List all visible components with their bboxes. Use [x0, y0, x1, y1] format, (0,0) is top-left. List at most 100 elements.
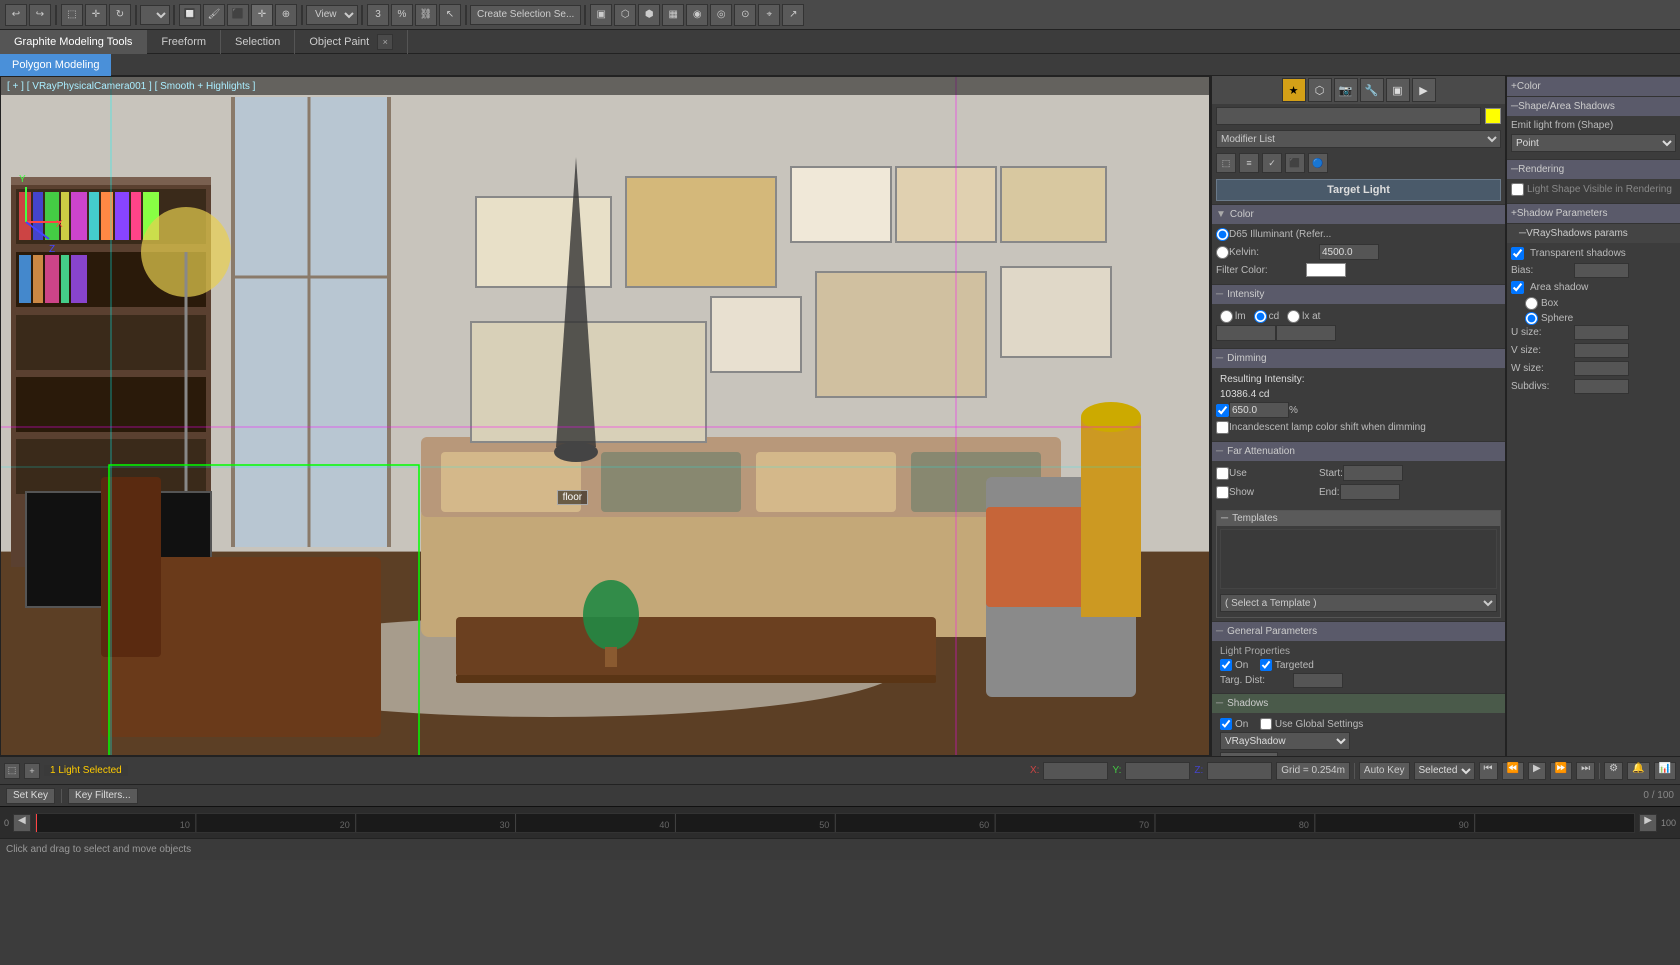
filter-color-swatch[interactable]	[1306, 263, 1346, 277]
rp-icon-cam[interactable]: 📷	[1334, 78, 1358, 102]
timeline-track[interactable]: 10 20 30 40 50 60 70 80 90	[35, 813, 1636, 833]
ref-btn[interactable]: 3	[367, 4, 389, 26]
erp-shape-header[interactable]: ─ Shape/Area Shadows	[1507, 96, 1680, 116]
chain-btn[interactable]: ⛓	[415, 4, 437, 26]
play-btn[interactable]: ▶	[1528, 762, 1546, 780]
area-shadow-check[interactable]	[1511, 281, 1524, 294]
intensity-section-header[interactable]: ─ Intensity	[1212, 284, 1505, 304]
cursor-btn[interactable]: ↖	[439, 4, 461, 26]
dim-percent-input[interactable]	[1229, 402, 1289, 418]
rp-icon2-b[interactable]: ≡	[1239, 153, 1259, 173]
tl-next-btn[interactable]: ▶	[1639, 814, 1657, 832]
subdivs-input[interactable]: 30	[1574, 379, 1629, 394]
prev-key-btn[interactable]: ⏪	[1502, 762, 1524, 780]
intensity-cd-radio[interactable]	[1254, 310, 1267, 323]
prev-frame-btn[interactable]: ⏮	[1479, 762, 1498, 780]
tab-object-paint[interactable]: Object Paint ×	[295, 30, 408, 54]
select-mode-icon[interactable]: ⬚	[4, 763, 20, 779]
modifier-list-select[interactable]: Modifier List	[1216, 130, 1501, 148]
rp-icon-disp[interactable]: ▣	[1386, 78, 1410, 102]
paint-btn[interactable]: 🖌	[203, 4, 225, 26]
template-select-dropdown[interactable]: ( Select a Template )	[1220, 594, 1497, 612]
move-mode-icon[interactable]: +	[24, 763, 40, 779]
object-name-input[interactable]: TPhotometricLight001	[1216, 107, 1481, 125]
kelvin-input[interactable]	[1319, 244, 1379, 260]
crosshair-btn[interactable]: ✛	[251, 4, 273, 26]
rp-icon2-e[interactable]: 🔵	[1308, 153, 1328, 173]
lasso-btn[interactable]: 🔲	[179, 4, 201, 26]
emit-light-select[interactable]: Point	[1511, 134, 1676, 152]
shadows-on-check[interactable]	[1220, 718, 1232, 730]
tool2[interactable]: ⬡	[614, 4, 636, 26]
rp-icon-shape[interactable]: ⬡	[1308, 78, 1332, 102]
rp-icon-util[interactable]: 🔧	[1360, 78, 1384, 102]
extra-btn3[interactable]: 📊	[1654, 762, 1676, 780]
rp-icon2-d[interactable]: ⬛	[1285, 153, 1305, 173]
intensity-value-input[interactable]: 1597.9	[1216, 325, 1276, 341]
u-size-input[interactable]: 0.254m	[1574, 325, 1629, 340]
auto-key-button[interactable]: Auto Key	[1359, 762, 1410, 780]
z-coord-input[interactable]: 1.923m	[1207, 762, 1272, 780]
tl-prev-btn[interactable]: ◀	[13, 814, 31, 832]
far-use-check[interactable]	[1216, 467, 1229, 480]
undo-btn[interactable]: ↩	[5, 4, 27, 26]
targ-dist-input[interactable]: 0.46 lm	[1293, 673, 1343, 688]
viewport-content[interactable]: X Y Z floor	[1, 77, 1209, 755]
erp-rendering-header[interactable]: ─ Rendering	[1507, 159, 1680, 179]
tool5[interactable]: ◉	[686, 4, 708, 26]
color-type-kelvin-radio[interactable]	[1216, 246, 1229, 259]
erp-vray-shadows-header[interactable]: ─ VRayShadows params	[1507, 223, 1680, 243]
tool7[interactable]: ⊙	[734, 4, 756, 26]
rp-icon-star[interactable]: ★	[1282, 78, 1306, 102]
on-check[interactable]	[1220, 659, 1232, 671]
far-start-input[interactable]: 2.032m	[1343, 465, 1403, 481]
shadow-type-select[interactable]: VRayShadow	[1220, 732, 1350, 750]
erp-shadow-params-header[interactable]: + Shadow Parameters	[1507, 203, 1680, 223]
region-btn[interactable]: ⬛	[227, 4, 249, 26]
dim-percent-check[interactable]	[1216, 404, 1229, 417]
key-filters-button[interactable]: Key Filters...	[68, 788, 138, 804]
shadows-global-check[interactable]	[1260, 718, 1272, 730]
extra-btn2[interactable]: 🔔	[1627, 762, 1649, 780]
erp-color-header[interactable]: + Color	[1507, 76, 1680, 96]
tool9[interactable]: ↗	[782, 4, 804, 26]
selected-dropdown[interactable]: Selected	[1414, 762, 1475, 780]
tool6[interactable]: ◎	[710, 4, 732, 26]
tab-freeform[interactable]: Freeform	[147, 30, 221, 54]
tab-graphite[interactable]: Graphite Modeling Tools	[0, 30, 147, 54]
color-swatch[interactable]	[1485, 108, 1501, 124]
rp-icon2-c[interactable]: ✓	[1262, 153, 1282, 173]
far-attenuation-header[interactable]: ─ Far Attenuation	[1212, 441, 1505, 461]
y-coord-input[interactable]: -2.06m	[1125, 762, 1190, 780]
tool4[interactable]: ▦	[662, 4, 684, 26]
intensity-lx-radio[interactable]	[1287, 310, 1300, 323]
dimming-section-header[interactable]: ─ Dimming	[1212, 348, 1505, 368]
viewport[interactable]: [ + ] [ VRayPhysicalCamera001 ] [ Smooth…	[0, 76, 1210, 756]
grid-label[interactable]: Grid = 0.254m	[1276, 762, 1350, 780]
x-coord-input[interactable]: -1.995m	[1043, 762, 1108, 780]
targeted-check[interactable]	[1260, 659, 1272, 671]
next-key-btn[interactable]: ⏩	[1550, 762, 1572, 780]
tab-close-icon[interactable]: ×	[377, 34, 393, 50]
extra-btn1[interactable]: ⚙	[1604, 762, 1623, 780]
intensity-lm-radio[interactable]	[1220, 310, 1233, 323]
sphere-radio[interactable]	[1525, 312, 1538, 325]
tab2-polygon-modeling[interactable]: Polygon Modeling	[0, 54, 111, 76]
far-show-check[interactable]	[1216, 486, 1229, 499]
w-size-input[interactable]: 0.254m	[1574, 361, 1629, 376]
move-btn[interactable]: ✛	[85, 4, 107, 26]
tool1[interactable]: ▣	[590, 4, 612, 26]
general-params-header[interactable]: ─ General Parameters	[1212, 621, 1505, 641]
mode-dropdown[interactable]: All	[140, 5, 170, 25]
select-btn[interactable]: ⬚	[61, 4, 83, 26]
intensity-distance-input[interactable]: 1.0m	[1276, 325, 1336, 341]
redo-btn[interactable]: ↪	[29, 4, 51, 26]
far-end-input[interactable]: 5.08m	[1340, 484, 1400, 500]
box-radio[interactable]	[1525, 297, 1538, 310]
color-section-header[interactable]: ▼ Color	[1212, 204, 1505, 224]
view-dropdown[interactable]: View	[306, 5, 358, 25]
v-size-input[interactable]: 0.254m	[1574, 343, 1629, 358]
tab-selection[interactable]: Selection	[221, 30, 295, 54]
light-shape-visible-check[interactable]	[1511, 183, 1524, 196]
templates-list[interactable]	[1220, 529, 1497, 589]
